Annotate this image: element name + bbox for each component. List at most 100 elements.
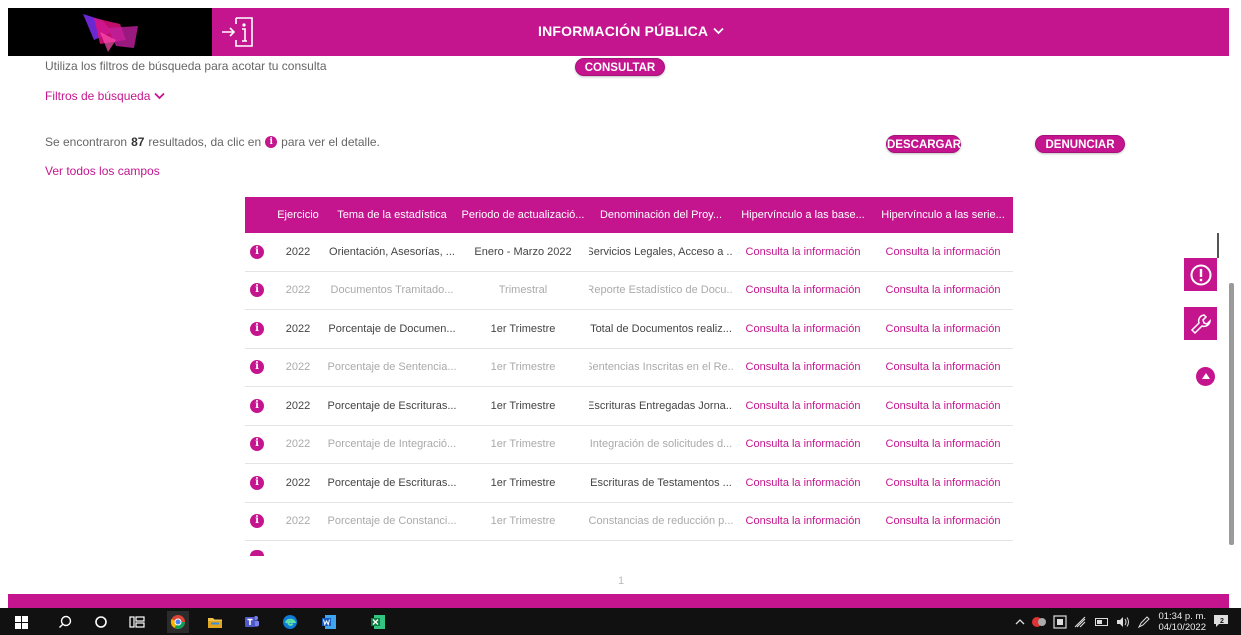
top-header-bar: INFORMACIÓN PÚBLICA [8,8,1229,56]
chevron-down-icon [154,92,166,100]
cell-project: Integración de solicitudes d... [589,438,733,451]
cell-theme: Porcentaje de Escrituras... [327,476,457,489]
view-all-fields-link[interactable]: Ver todos los campos [45,164,160,178]
notification-count: 2 [1220,617,1224,625]
info-icon[interactable]: i [250,360,264,375]
series-link[interactable]: Consulta la información [873,233,1013,271]
row-detail-cell: i [245,426,269,464]
cell-period: 1er Trimestre [490,476,556,489]
cell-period: Enero - Marzo 2022 [474,245,572,258]
cell-project: Constancias de reducción p... [589,515,733,528]
header-cell[interactable]: Tema de la estadística [327,197,457,233]
table-header: Ejercicio Tema de la estadística Periodo… [245,197,1013,233]
search-filters-toggle[interactable]: Filtros de búsqueda [45,89,166,103]
scrollbar-marker [1217,233,1219,258]
table-row: i 2022 Porcentaje de Constanci... 1er Trime… [245,503,1013,541]
cell-year: 2022 [285,322,311,335]
cell-theme: Porcentaje de Integració... [327,438,457,451]
chevron-down-icon [713,27,724,35]
cortana-icon[interactable] [92,613,110,631]
cell-theme: Documentos Tramitado... [330,284,454,297]
database-link[interactable]: Consulta la información [733,387,873,425]
info-icon[interactable]: i [250,514,264,529]
scroll-to-top-button[interactable] [1196,367,1215,386]
info-icon[interactable]: i [250,398,264,413]
series-link[interactable]: Consulta la información [873,387,1013,425]
pagination-current[interactable]: 1 [618,575,624,587]
database-link[interactable]: Consulta la información [733,349,873,387]
header-cell[interactable]: Denominación del Proy... [589,197,733,233]
cell-project: Escrituras Entregadas Jorna... [589,399,733,412]
results-text-end: para ver el detalle. [281,135,380,149]
tools-button[interactable] [1184,307,1217,340]
series-link[interactable]: Consulta la información [873,464,1013,502]
file-explorer-icon[interactable] [206,613,224,631]
battery-icon[interactable] [1095,617,1109,627]
wifi-icon[interactable] [1074,616,1088,628]
notifications-button[interactable]: 2 [1213,614,1231,630]
search-icon[interactable] [56,613,74,631]
public-info-menu[interactable]: INFORMACIÓN PÚBLICA [538,23,724,39]
table-row: i 2022 Porcentaje de Escrituras... 1er Trim… [245,464,1013,503]
cell-year: 2022 [285,245,311,258]
consult-button[interactable]: CONSULTAR [575,58,665,76]
database-link[interactable]: Consulta la información [733,426,873,464]
network-status-icon[interactable] [1053,614,1068,629]
header-cell[interactable]: Hipervínculo a las base... [733,197,873,233]
header-cell[interactable]: Ejercicio [269,197,327,233]
login-icon[interactable] [220,13,256,51]
database-link[interactable]: Consulta la información [733,233,873,271]
volume-icon[interactable] [1116,616,1130,628]
cell-period: 1er Trimestre [490,438,556,451]
cell-theme: Porcentaje de Constanci... [327,515,457,528]
info-icon[interactable] [250,550,264,556]
row-detail-cell: i [245,272,269,310]
database-link[interactable]: Consulta la información [733,272,873,310]
table-row: i 2022 Orientación, Asesorías, ... Enero - … [245,233,1013,272]
header-cell[interactable]: Periodo de actualizació... [457,197,589,233]
windows-start-icon[interactable] [12,613,30,631]
word-icon[interactable] [320,613,338,631]
series-link[interactable]: Consulta la información [873,426,1013,464]
cell-year: 2022 [285,399,311,412]
chrome-icon[interactable] [167,611,189,633]
series-link[interactable]: Consulta la información [873,349,1013,387]
series-link[interactable]: Consulta la información [873,503,1013,541]
info-icon[interactable]: i [250,437,264,452]
report-button[interactable]: DENUNCIAR [1035,135,1125,153]
wrench-icon [1190,313,1211,334]
info-icon: i [265,136,278,148]
table-row: i 2022 Porcentaje de Escrituras... 1er Trim… [245,387,1013,426]
edge-icon[interactable] [281,613,299,631]
windows-taskbar: 01:34 p. m. 04/10/2022 2 [0,608,1241,635]
database-link[interactable]: Consulta la información [733,503,873,541]
info-icon[interactable]: i [250,244,264,259]
info-icon[interactable]: i [250,321,264,336]
page-scrollbar[interactable] [1229,283,1234,545]
task-view-icon[interactable] [128,613,146,631]
database-link[interactable]: Consulta la información [733,464,873,502]
cell-year: 2022 [285,361,311,374]
series-link[interactable]: Consulta la información [873,310,1013,348]
row-detail-cell: i [245,387,269,425]
pen-icon[interactable] [1137,615,1151,629]
excel-icon[interactable] [369,613,387,631]
system-clock[interactable]: 01:34 p. m. 04/10/2022 [1158,611,1206,633]
alert-button[interactable] [1184,258,1217,291]
security-icon[interactable] [1032,616,1047,628]
info-icon[interactable]: i [250,283,264,298]
info-icon[interactable]: i [250,475,264,490]
database-link[interactable]: Consulta la información [733,310,873,348]
teams-icon[interactable] [243,613,261,631]
download-button[interactable]: DESCARGAR [886,135,961,153]
series-link[interactable]: Consulta la información [873,272,1013,310]
cell-project: Sentencias Inscritas en el Re... [589,361,733,374]
chevron-up-icon[interactable] [1015,618,1025,625]
header-cell[interactable]: Hipervínculo a las serie... [873,197,1013,233]
site-logo[interactable] [8,8,212,56]
cell-theme: Porcentaje de Documen... [328,322,456,335]
clock-time: 01:34 p. m. [1158,610,1206,622]
search-hint: Utiliza los filtros de búsqueda para aco… [45,59,327,73]
cell-project: Reporte Estadístico de Docu... [589,284,733,297]
results-summary: Se encontraron 87 resultados, da clic en… [45,135,380,149]
